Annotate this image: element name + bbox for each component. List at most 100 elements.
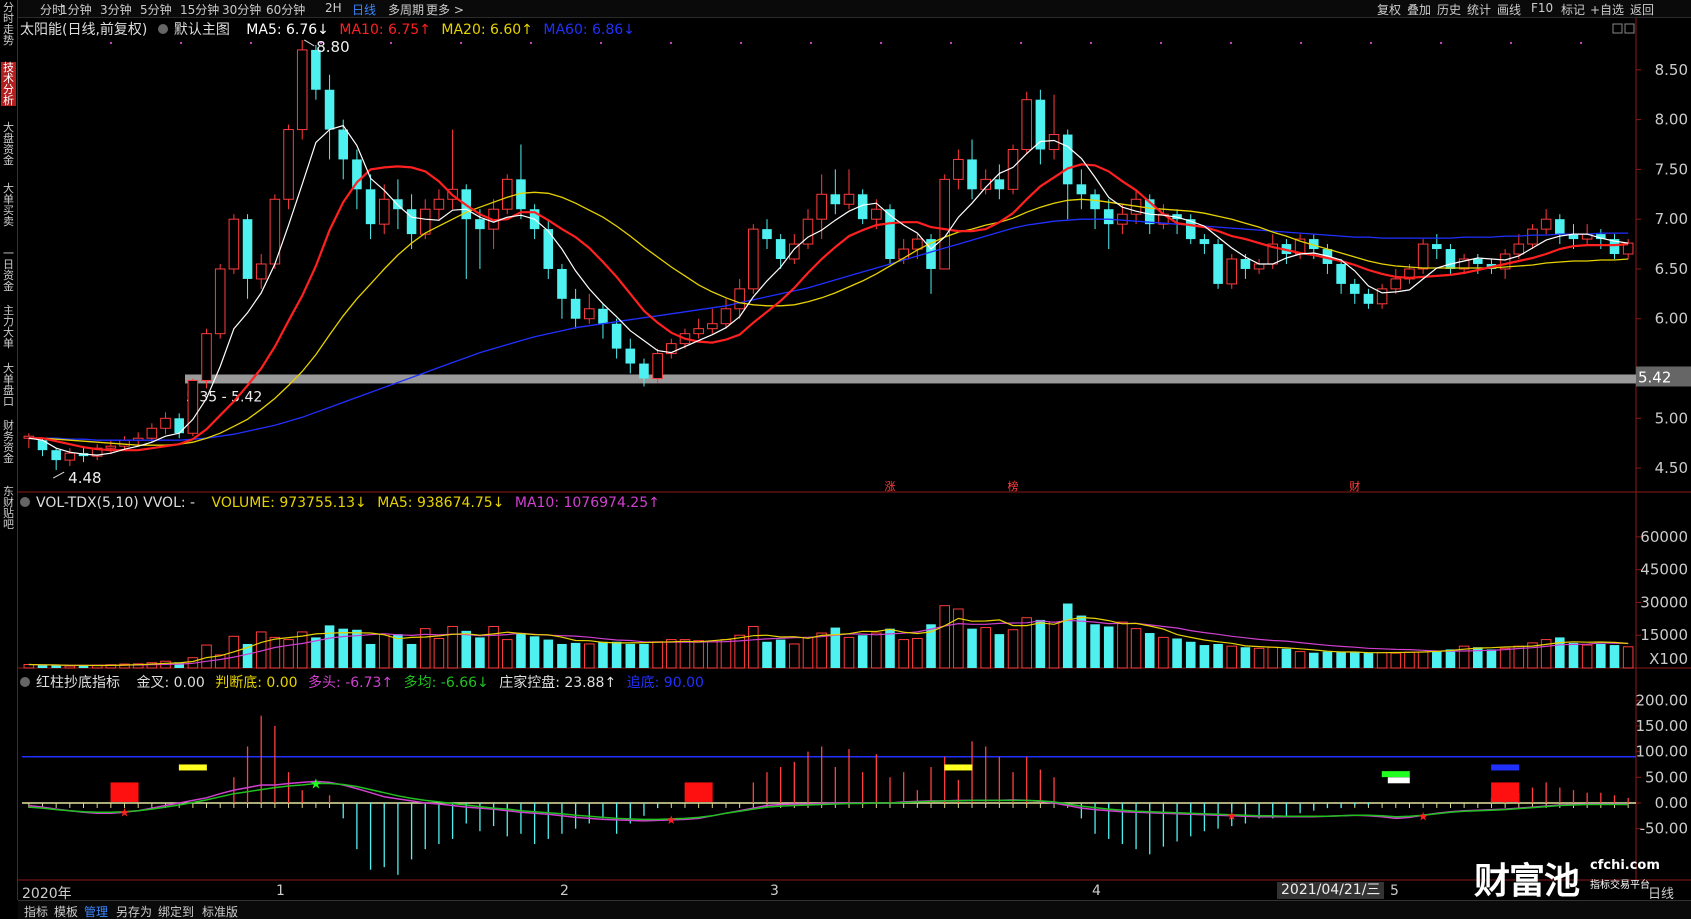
candle-body	[598, 308, 608, 324]
ma5-line	[28, 124, 1629, 456]
bottom-tab-4[interactable]: 绑定到	[158, 903, 194, 919]
indicator-axis-label: 100.00	[1636, 743, 1689, 761]
sidebar-item-6[interactable]: 大单盘口	[1, 363, 16, 407]
volume-bar	[1172, 638, 1182, 668]
bottom-tab-3[interactable]: 另存为	[116, 903, 152, 919]
period-tab-1[interactable]: 1分钟	[60, 1, 92, 18]
indicator-header: 红柱抄底指标 金叉: 0.00 判断底: 0.00 多头: -6.73↑ 多均:…	[20, 672, 710, 692]
indicator-toggle[interactable]: 红柱抄底指标	[20, 675, 126, 691]
volume-bar	[1376, 652, 1388, 669]
tool-button-4[interactable]: 画线	[1497, 1, 1521, 18]
volume-bar	[802, 636, 814, 669]
period-tab-10[interactable]: 更多 >	[426, 1, 464, 18]
volume-bar	[912, 637, 923, 669]
sidebar-item-2[interactable]: 大盘资金	[1, 122, 16, 166]
signal-dot	[390, 42, 392, 44]
candle-body	[1076, 184, 1087, 195]
bottom-tab-1[interactable]: 模板	[54, 903, 78, 919]
volume-axis-label: 15000	[1640, 626, 1688, 644]
candle-body	[475, 219, 485, 230]
tool-button-0[interactable]: 复权	[1377, 1, 1401, 18]
volume-bar	[501, 639, 513, 669]
white-bar-marker	[1387, 777, 1410, 784]
volume-ma10: MA10: 1076974.25↑	[514, 495, 660, 511]
volume-bar	[1281, 648, 1292, 668]
candle-body	[830, 194, 841, 205]
period-tab-8[interactable]: 日线	[352, 1, 376, 18]
bottom-tab-0[interactable]: 指标	[24, 903, 48, 919]
volume-bar	[748, 625, 759, 669]
sidebar-item-0[interactable]: 分时走势	[1, 2, 16, 46]
volume-bar	[378, 633, 390, 669]
candle-body	[406, 209, 417, 235]
volume-bar	[324, 625, 335, 668]
volume-bar	[488, 625, 499, 669]
candle-body	[1432, 244, 1442, 250]
volume-bar	[625, 643, 636, 668]
low-pointer	[52, 471, 65, 479]
candle-body	[1390, 278, 1402, 290]
tool-button-7[interactable]: +自选	[1590, 1, 1624, 18]
price-axis-label: 4.50	[1655, 459, 1688, 477]
signal-dot	[670, 42, 672, 44]
period-tab-4[interactable]: 15分钟	[180, 1, 219, 18]
sidebar-item-8[interactable]: 东财贴吧	[1, 486, 16, 530]
period-tab-7[interactable]: 2H	[325, 1, 342, 15]
indicator-axis-label: 0.00	[1655, 794, 1688, 812]
signal-dot	[1160, 42, 1162, 44]
candle-body	[639, 363, 649, 379]
tool-button-2[interactable]: 历史	[1437, 1, 1461, 18]
candle-body	[174, 418, 184, 434]
volume-axis-label: 45000	[1640, 561, 1688, 579]
tool-button-5[interactable]: F10	[1531, 1, 1553, 15]
duojun-value: 多均: -6.66↓	[403, 675, 489, 691]
tool-button-6[interactable]: 标记	[1561, 1, 1585, 18]
volume-bar	[967, 628, 977, 668]
bottom-tab-5[interactable]: 标准版	[202, 903, 238, 919]
signal-dot	[1020, 42, 1022, 44]
period-tab-5[interactable]: 30分钟	[222, 1, 261, 18]
signal-dot	[250, 42, 252, 44]
volume-bar	[1308, 652, 1319, 668]
volume-bar	[338, 628, 349, 668]
tool-button-3[interactable]: 统计	[1467, 1, 1491, 18]
ma60-value: MA60: 6.86↓	[543, 22, 635, 38]
sidebar-item-5[interactable]: 主力大单	[1, 305, 16, 349]
sidebar-item-4[interactable]: 一日资金	[1, 248, 16, 292]
candle-body	[611, 323, 622, 349]
volume-toggle[interactable]: VOL-TDX(5,10) VVOL: -	[20, 495, 201, 511]
candle-body	[625, 348, 636, 364]
signal-dot	[1580, 42, 1582, 44]
low-label: 4.48	[68, 469, 101, 487]
volume-bar	[447, 625, 458, 669]
price-axis-label: 6.50	[1655, 260, 1688, 278]
chart-canvas[interactable]: 8.508.007.507.006.506.005.004.505.35 - 5…	[0, 0, 1691, 900]
period-tab-9[interactable]: 多周期	[388, 1, 424, 18]
signal-dot	[1090, 42, 1092, 44]
volume-bar	[857, 635, 868, 668]
volume-bar	[296, 631, 308, 669]
period-tab-3[interactable]: 5分钟	[140, 1, 172, 18]
candle-body	[214, 268, 226, 335]
tool-button-1[interactable]: 叠加	[1407, 1, 1431, 18]
main-chart-toggle[interactable]: 默认主图	[157, 22, 236, 38]
volume-bar	[557, 643, 567, 668]
sidebar-item-3[interactable]: 大单买卖	[1, 183, 16, 227]
volume-bar	[939, 605, 950, 669]
settings-icon[interactable]	[1612, 23, 1623, 34]
indicator-axis-label: 200.00	[1636, 691, 1689, 709]
sidebar-item-1[interactable]: 技术分析	[1, 62, 16, 106]
sidebar-item-7[interactable]: 财务资金	[1, 420, 16, 464]
signal-dot	[1510, 42, 1512, 44]
candle-body	[1090, 194, 1100, 210]
left-sidebar: 分时走势技术分析大盘资金大单买卖一日资金主力大单大单盘口财务资金东财贴吧	[0, 0, 18, 900]
tool-button-8[interactable]: 返回	[1630, 1, 1654, 18]
candle-body	[228, 218, 240, 270]
window-icon[interactable]	[1624, 23, 1635, 34]
bottom-tab-2[interactable]: 管理	[84, 903, 108, 919]
period-tab-2[interactable]: 3分钟	[100, 1, 132, 18]
period-tab-6[interactable]: 60分钟	[266, 1, 305, 18]
candle-body	[1103, 209, 1114, 225]
volume-bar	[461, 630, 472, 668]
volume-axis-label: 30000	[1640, 593, 1688, 611]
